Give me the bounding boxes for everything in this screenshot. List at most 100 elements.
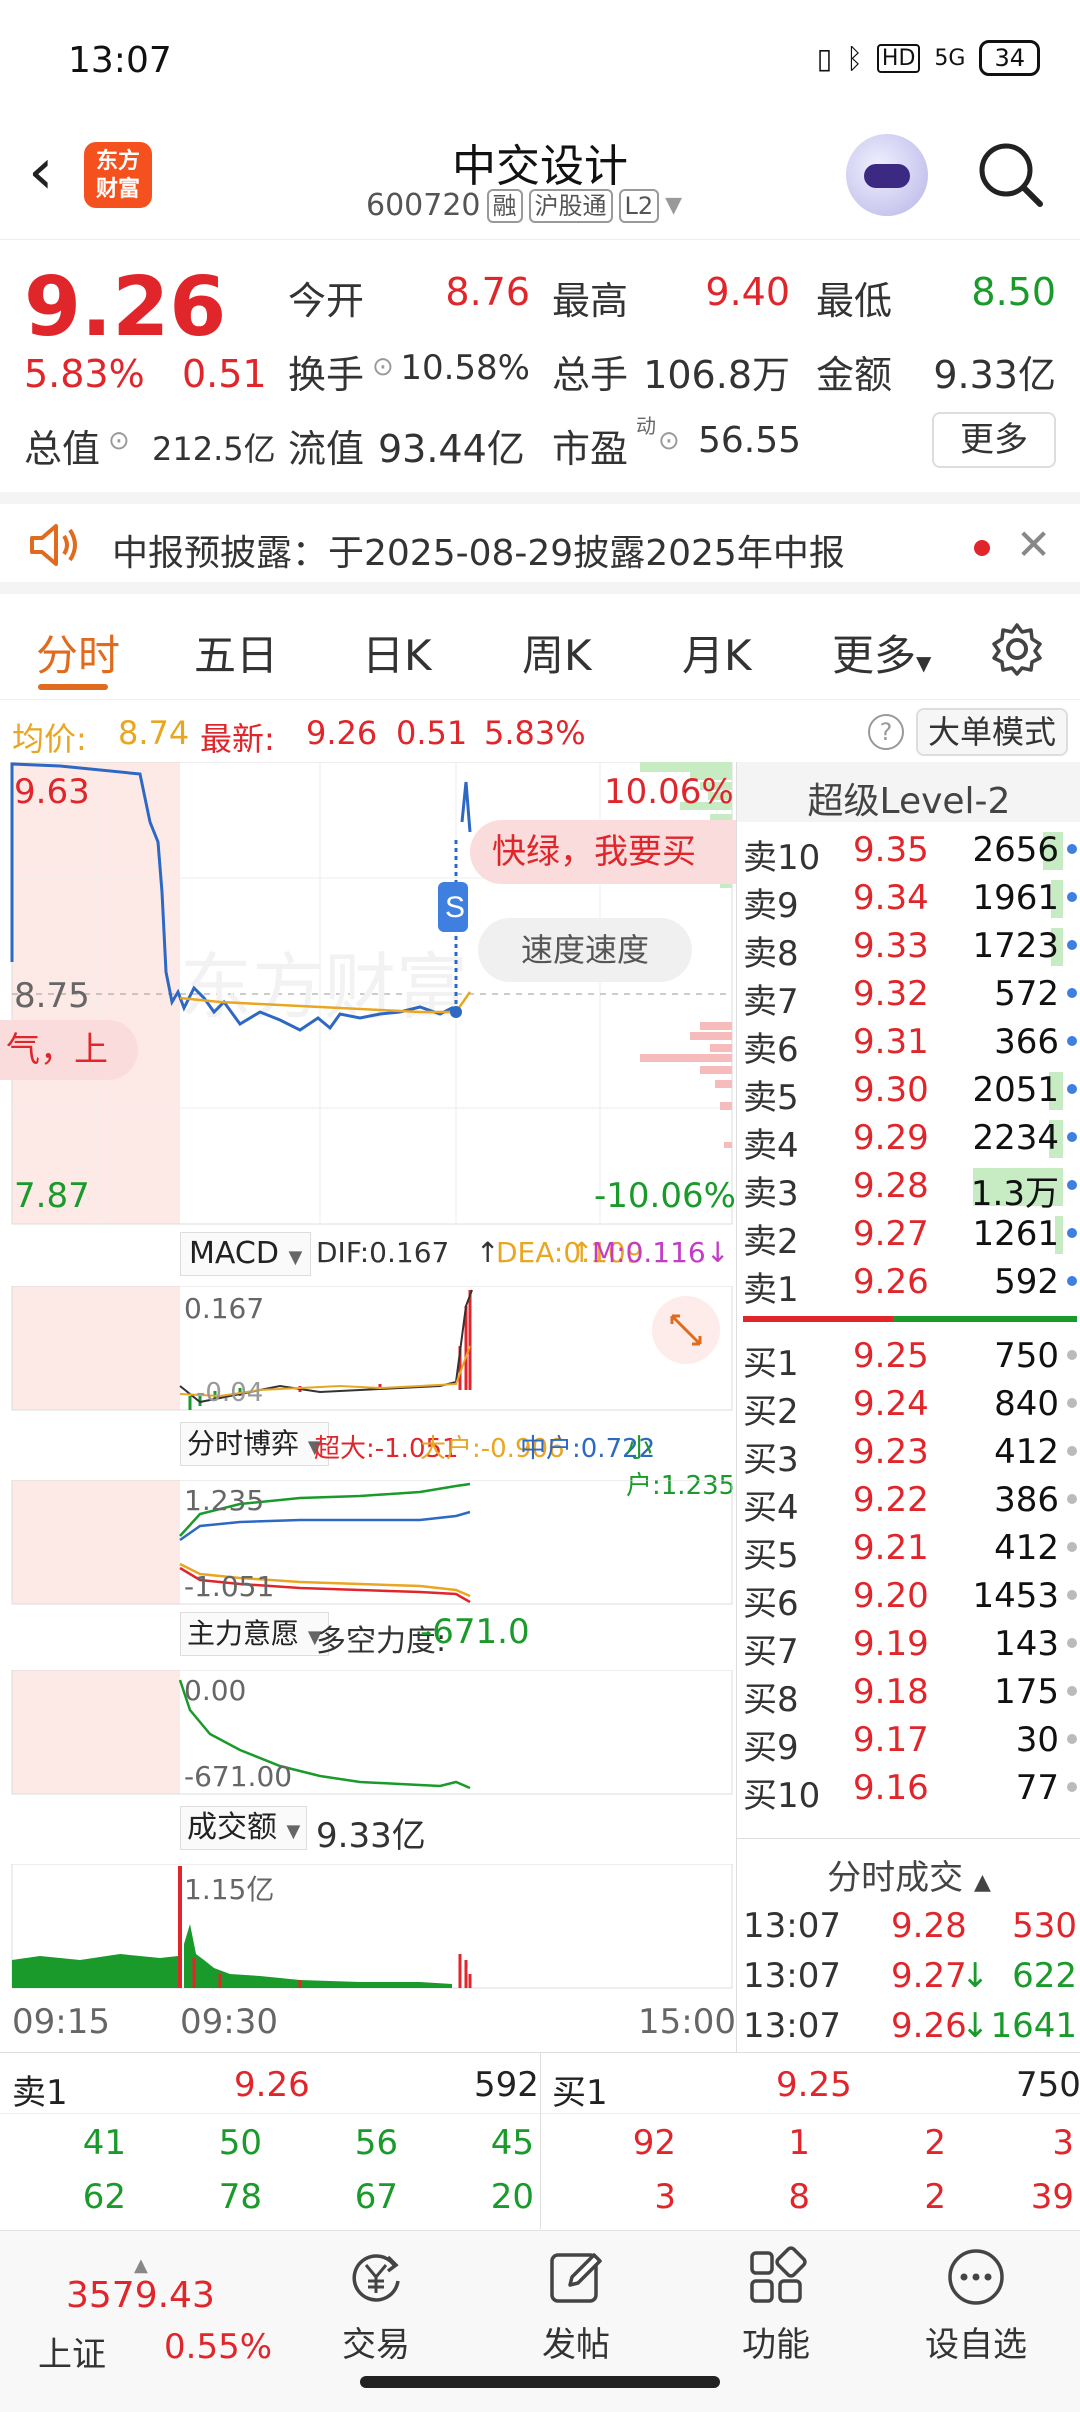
- order-book-title[interactable]: 超级Level-2: [737, 772, 1080, 824]
- nav-trade[interactable]: 交易: [306, 2245, 446, 2366]
- tab-intraday[interactable]: 分时: [36, 622, 120, 683]
- nav-add-watchlist-label: 设自选: [925, 2325, 1027, 2365]
- trade-price: 9.27: [891, 1956, 967, 1996]
- queue-order-volume: 92: [632, 2123, 676, 2163]
- stock-code-row[interactable]: 600720 融 沪股通 L2 ▼: [366, 188, 682, 223]
- trade-volume: 1641: [990, 2006, 1077, 2046]
- bid-row[interactable]: 买9 9.17 30: [743, 1716, 1077, 1768]
- tab-five-day[interactable]: 五日: [194, 622, 278, 683]
- speed-button[interactable]: 速度速度: [478, 918, 692, 982]
- ask-row[interactable]: 卖6 9.31 366: [743, 1018, 1077, 1070]
- trade-volume: 530: [1012, 1906, 1077, 1946]
- tab-monthly-k[interactable]: 月K: [682, 622, 752, 683]
- status-dot: [1067, 940, 1077, 950]
- margin-tag: 融: [486, 188, 523, 223]
- queue-order-volume: 50: [218, 2123, 262, 2163]
- amount-label: 成交额: [187, 1810, 277, 1845]
- ask-volume: 2656: [972, 830, 1059, 870]
- ask-row[interactable]: 卖2 9.27 1261: [743, 1210, 1077, 1262]
- svg-text:S: S: [445, 891, 465, 924]
- trade-time: 13:07: [743, 1906, 841, 1946]
- info-icon[interactable]: ⊙: [658, 426, 680, 456]
- ask-volume: 1261: [972, 1214, 1059, 1254]
- assistant-robot-icon[interactable]: [846, 134, 928, 216]
- bid-row[interactable]: 买2 9.24 840: [743, 1380, 1077, 1432]
- low-label: 最低: [816, 279, 893, 323]
- bid-row[interactable]: 买7 9.19 143: [743, 1620, 1077, 1672]
- ask-row[interactable]: 卖8 9.33 1723: [743, 922, 1077, 974]
- index-value[interactable]: 3579.43: [66, 2275, 215, 2316]
- notice-bar[interactable]: 中报预披露：于2025-08-29披露2025年中报 ✕: [0, 492, 1080, 594]
- ask-row[interactable]: 卖7 9.32 572: [743, 970, 1077, 1022]
- trades-title-row[interactable]: 分时成交 ▲: [737, 1850, 1080, 1899]
- main-force-selector[interactable]: 主力意愿 ▼: [180, 1612, 329, 1656]
- ask-row[interactable]: 卖3 9.28 1.3万: [743, 1162, 1077, 1214]
- macd-dif: DIF:0.167: [316, 1236, 450, 1269]
- ask-row[interactable]: 卖9 9.34 1961: [743, 874, 1077, 926]
- expand-icon[interactable]: [650, 1292, 722, 1364]
- close-icon[interactable]: ✕: [1016, 520, 1051, 569]
- queue-order-volume: 2: [924, 2123, 946, 2163]
- status-dot: [1067, 1036, 1077, 1046]
- nav-functions[interactable]: 功能: [706, 2245, 846, 2366]
- status-dot: [1067, 844, 1077, 854]
- pe-label: 市盈: [552, 427, 629, 471]
- amount-top-value: 1.15亿: [184, 1873, 275, 1906]
- ask-label: 卖9: [743, 886, 799, 926]
- bid-row[interactable]: 买3 9.23 412: [743, 1428, 1077, 1480]
- bid-row[interactable]: 买8 9.18 175: [743, 1668, 1077, 1720]
- ask-price: 9.35: [853, 830, 929, 870]
- trade-price: 9.26: [891, 2006, 967, 2046]
- comment-bubble-right[interactable]: 快绿，我要买: [470, 820, 736, 884]
- tab-weekly-k[interactable]: 周K: [522, 622, 592, 683]
- bid-label: 买7: [743, 1632, 799, 1672]
- nav-add-watchlist[interactable]: 设自选: [906, 2245, 1046, 2366]
- tab-daily-k[interactable]: 日K: [362, 622, 432, 683]
- ask-row[interactable]: 卖1 9.26 592: [743, 1258, 1077, 1310]
- status-dot: [1067, 1686, 1077, 1696]
- time-axis-start: 09:15: [12, 2002, 110, 2042]
- ask-row[interactable]: 卖5 9.30 2051: [743, 1066, 1077, 1118]
- gear-icon[interactable]: [990, 622, 1044, 676]
- macd-selector[interactable]: MACD ▼: [180, 1232, 312, 1276]
- amount-label: 金额: [816, 353, 893, 397]
- comment-bubble-left[interactable]: 气，上: [0, 1020, 138, 1080]
- more-button[interactable]: 更多: [932, 412, 1056, 468]
- amount-selector[interactable]: 成交额 ▼: [180, 1806, 308, 1850]
- intraday-chart[interactable]: 东方财富 S 9.63 8.75 7.87 10.06% -10.06% 气，上…: [0, 761, 736, 2052]
- game-selector[interactable]: 分时博弈 ▼: [180, 1422, 329, 1466]
- edit-icon: [550, 2253, 602, 2303]
- index-name[interactable]: 上证: [38, 2327, 106, 2376]
- ask-volume: 2234: [972, 1118, 1059, 1158]
- status-dot: [1067, 1350, 1077, 1360]
- bid-row[interactable]: 买5 9.21 412: [743, 1524, 1077, 1576]
- bid-row[interactable]: 买10 9.16 77: [743, 1764, 1077, 1812]
- ask-price: 9.29: [853, 1118, 929, 1158]
- amount-chart: [11, 1864, 733, 1989]
- trade-volume: 622: [1012, 1956, 1077, 1996]
- info-icon[interactable]: ⊙: [108, 426, 130, 456]
- help-icon[interactable]: ?: [868, 714, 904, 750]
- bid-row[interactable]: 买6 9.20 1453: [743, 1572, 1077, 1624]
- bid-volume: 143: [994, 1624, 1059, 1664]
- nav-post[interactable]: 发帖: [506, 2245, 646, 2366]
- home-indicator[interactable]: [360, 2376, 720, 2388]
- bid-row[interactable]: 买1 9.25 750: [743, 1332, 1077, 1384]
- high-label: 最高: [552, 279, 629, 323]
- quote-panel: 9.26 5.83% 0.51 今开 8.76 最高 9.40 最低 8.50 …: [0, 240, 1080, 490]
- ask-row[interactable]: 卖10 9.35 2656: [743, 826, 1077, 878]
- ask-volume: 592: [994, 1262, 1059, 1302]
- bid-volume: 840: [994, 1384, 1059, 1424]
- ask-row[interactable]: 卖4 9.29 2234: [743, 1114, 1077, 1166]
- status-dot: [1067, 1180, 1077, 1190]
- bid-row[interactable]: 买4 9.22 386: [743, 1476, 1077, 1528]
- search-icon[interactable]: [976, 140, 1046, 210]
- trades-title: 分时成交: [827, 1858, 964, 1898]
- big-order-mode-button[interactable]: 大单模式: [916, 708, 1068, 756]
- open-label: 今开: [288, 279, 365, 323]
- bid-price: 9.20: [853, 1576, 929, 1616]
- tab-more[interactable]: 更多▼: [832, 622, 931, 683]
- info-icon[interactable]: ⊙: [372, 352, 394, 382]
- game-label: 分时博弈: [187, 1427, 300, 1460]
- index-pct[interactable]: 0.55%: [164, 2327, 272, 2367]
